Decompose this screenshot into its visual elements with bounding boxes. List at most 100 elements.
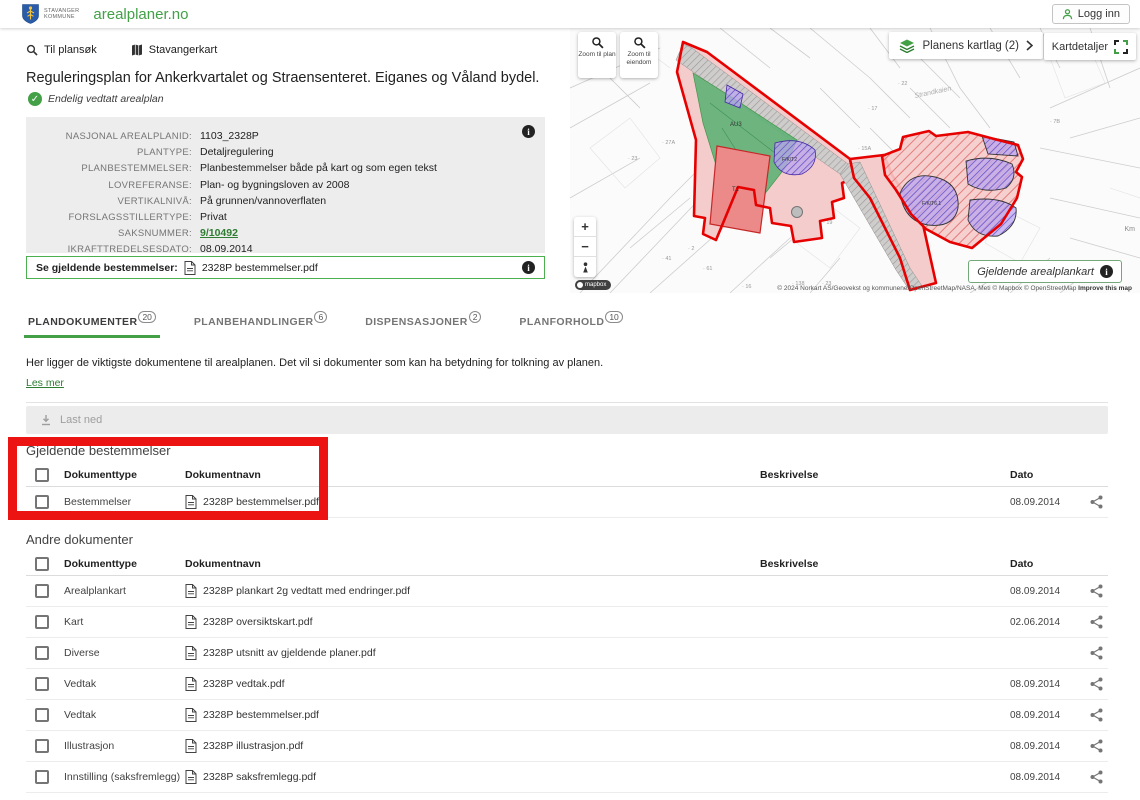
svg-text:· 22: · 22	[898, 81, 907, 87]
svg-text:· 7B: · 7B	[1050, 119, 1060, 125]
stavanger-crest-icon	[22, 4, 39, 24]
plan-field-row: FORSLAGSSTILLERTYPE:Privat	[40, 211, 531, 223]
info-icon[interactable]: i	[522, 261, 535, 274]
share-icon	[1090, 615, 1103, 629]
app-header: STAVANGER KOMMUNE arealplaner.no Logg in…	[0, 0, 1140, 28]
zoom-til-eiendom-button[interactable]: Zoom til eiendom	[620, 32, 658, 78]
row-checkbox[interactable]	[35, 770, 49, 784]
tab-count-badge: 2	[469, 311, 482, 323]
pdf-file-icon	[185, 615, 197, 629]
info-icon[interactable]: i	[522, 125, 535, 138]
gjeldende-arealplankart-button[interactable]: Gjeldende arealplankart i	[968, 260, 1122, 283]
row-checkbox[interactable]	[35, 584, 49, 598]
tab-planforhold[interactable]: PLANFORHOLD10	[517, 306, 624, 338]
share-button[interactable]	[1085, 495, 1108, 509]
row-checkbox[interactable]	[35, 495, 49, 509]
locate-button[interactable]	[574, 257, 596, 277]
breadcrumb-plansok-label: Til plansøk	[44, 44, 97, 56]
tab-label: DISPENSASJONER	[365, 316, 467, 328]
document-name-link[interactable]: 2328P bestemmelser.pdf	[185, 708, 760, 722]
page-title: Reguleringsplan for Ankerkvartalet og St…	[26, 70, 556, 86]
row-checkbox[interactable]	[35, 615, 49, 629]
document-type-cell: Diverse	[64, 647, 185, 659]
chevron-right-icon	[1026, 40, 1033, 51]
field-label: PLANBESTEMMELSER:	[40, 162, 192, 174]
date-cell: 08.09.2014	[1010, 710, 1085, 721]
bestemmelser-bar-label: Se gjeldende bestemmelser:	[36, 262, 178, 274]
date-cell: 08.09.2014	[1010, 679, 1085, 690]
zoom-in-button[interactable]: +	[574, 217, 596, 237]
share-button[interactable]	[1085, 677, 1108, 691]
zoom-out-button[interactable]: −	[574, 237, 596, 257]
field-label: NASJONAL AREALPLANID:	[40, 130, 192, 142]
mapbox-logo[interactable]: mapbox	[575, 280, 611, 290]
share-button[interactable]	[1085, 615, 1108, 629]
check-icon: ✓	[28, 92, 42, 106]
kartdetaljer-label: Kartdetaljer	[1052, 41, 1108, 53]
field-value: 08.09.2014	[200, 243, 253, 255]
document-name-link[interactable]: 2328P utsnitt av gjeldende planer.pdf	[185, 646, 760, 660]
share-icon	[1090, 770, 1103, 784]
document-name-label: 2328P plankart 2g vedtatt med endringer.…	[203, 585, 410, 597]
planens-kartlag-button[interactable]: Planens kartlag (2)	[889, 32, 1043, 59]
les-mer-link[interactable]: Les mer	[26, 377, 64, 389]
document-name-link[interactable]: 2328P plankart 2g vedtatt med endringer.…	[185, 584, 760, 598]
row-checkbox[interactable]	[35, 677, 49, 691]
pdf-file-icon	[184, 261, 196, 275]
document-name-link[interactable]: 2328P illustrasjon.pdf	[185, 739, 760, 753]
tab-planbehandlinger[interactable]: PLANBEHANDLINGER6	[192, 306, 329, 338]
improve-map-link[interactable]: Improve this map	[1078, 285, 1132, 292]
document-name-label: 2328P oversiktskart.pdf	[203, 616, 313, 628]
svg-text:· 17: · 17	[868, 106, 877, 112]
share-button[interactable]	[1085, 739, 1108, 753]
svg-text:· 23: · 23	[628, 156, 637, 162]
table-row: Illustrasjon 2328P illustrasjon.pdf 08.0…	[26, 731, 1108, 762]
download-button[interactable]: Last ned	[26, 406, 1108, 434]
zoom-til-plan-button[interactable]: Zoom til plan	[578, 32, 616, 78]
breadcrumb-plansok[interactable]: Til plansøk	[26, 44, 97, 56]
share-button[interactable]	[1085, 770, 1108, 784]
person-icon	[1062, 9, 1073, 20]
fullscreen-icon	[1114, 40, 1128, 54]
plan-area-left	[676, 42, 854, 242]
login-button[interactable]: Logg inn	[1052, 4, 1130, 24]
table-row: Diverse 2328P tilbakemelding til fylkesr…	[26, 793, 1108, 800]
share-button[interactable]	[1085, 646, 1108, 660]
kartdetaljer-button[interactable]: Kartdetaljer	[1044, 33, 1136, 60]
document-section: Andre dokumenterDokumenttypeDokumentnavn…	[26, 532, 1108, 800]
document-name-link[interactable]: 2328P oversiktskart.pdf	[185, 615, 760, 629]
document-name-link[interactable]: 2328P bestemmelser.pdf	[185, 495, 760, 509]
zoom-til-plan-label: Zoom til plan	[578, 51, 615, 59]
pdf-file-icon	[185, 495, 197, 509]
map-zoom-control: + −	[574, 217, 596, 277]
select-all-checkbox[interactable]	[35, 468, 49, 482]
map-attribution: © 2024 Norkart AS/Geovekst og kommunene/…	[777, 285, 1132, 292]
share-icon	[1090, 708, 1103, 722]
document-name-link[interactable]: 2328P saksfremlegg.pdf	[185, 770, 760, 784]
share-button[interactable]	[1085, 584, 1108, 598]
brand-name[interactable]: arealplaner.no	[93, 6, 188, 23]
field-value: 1103_2328P	[200, 130, 259, 142]
share-icon	[1090, 677, 1103, 691]
login-label: Logg inn	[1078, 8, 1120, 20]
table-row: Kart 2328P oversiktskart.pdf 02.06.2014	[26, 607, 1108, 638]
tab-plandokumenter[interactable]: PLANDOKUMENTER20	[26, 306, 158, 338]
row-checkbox[interactable]	[35, 739, 49, 753]
select-all-checkbox[interactable]	[35, 557, 49, 571]
row-checkbox[interactable]	[35, 646, 49, 660]
date-cell: 08.09.2014	[1010, 772, 1085, 783]
row-checkbox[interactable]	[35, 708, 49, 722]
field-value: Privat	[200, 211, 227, 223]
map-viewport[interactable]: · 23· 27A· 41 · 19· 2· 61 · 17· 22· 15A …	[570, 28, 1140, 293]
document-name-link[interactable]: 2328P vedtak.pdf	[185, 677, 760, 691]
saksnummer-link[interactable]: 9/10492	[200, 227, 238, 239]
person-marker-icon	[581, 262, 590, 273]
zoom-til-eiendom-label: Zoom til eiendom	[620, 51, 658, 68]
share-button[interactable]	[1085, 708, 1108, 722]
bestemmelser-bar-file: 2328P bestemmelser.pdf	[202, 262, 318, 274]
breadcrumb-stavangerkart[interactable]: Stavangerkart	[131, 44, 217, 56]
bestemmelser-bar[interactable]: Se gjeldende bestemmelser: 2328P bestemm…	[26, 256, 545, 279]
tab-dispensasjoner[interactable]: DISPENSASJONER2	[363, 306, 483, 338]
svg-text:· 2: · 2	[688, 246, 694, 252]
field-label: VERTIKALNIVÅ:	[40, 195, 192, 207]
